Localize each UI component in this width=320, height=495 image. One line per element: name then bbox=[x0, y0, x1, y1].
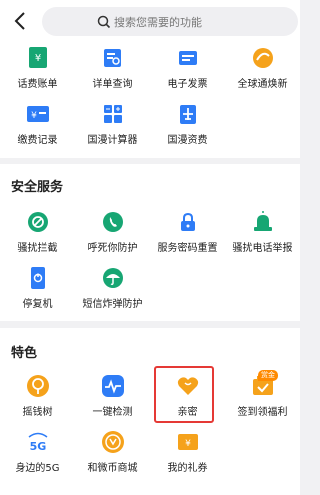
feature-item-label: 身边的5G bbox=[15, 463, 60, 474]
back-button[interactable] bbox=[8, 8, 32, 34]
security-item-label: 骚扰拦截 bbox=[17, 243, 58, 254]
security-item-password-reset[interactable]: 服务密码重置 bbox=[150, 208, 225, 266]
security-card: 安全服务 骚扰拦截 呼死你防护 服务密码重置 骚扰电话举报 停复机 短信炸弹防护 bbox=[0, 164, 300, 321]
grid-item-label: 缴费记录 bbox=[17, 135, 58, 146]
grid-item-global-renew[interactable]: 全球通焕新 bbox=[225, 44, 300, 102]
section-title-security: 安全服务 bbox=[11, 180, 64, 195]
pulse-check-icon bbox=[99, 372, 127, 400]
svg-text:¥: ¥ bbox=[185, 439, 191, 449]
top-bar: 搜索您需要的功能 bbox=[0, 0, 300, 44]
feature-item-label: 签到领福利 bbox=[237, 407, 288, 418]
global-renew-icon bbox=[249, 44, 277, 72]
phone-shield-icon bbox=[99, 208, 127, 236]
search-placeholder: 搜索您需要的功能 bbox=[114, 15, 202, 29]
grid-item-payment-record[interactable]: ¥ 缴费记录 bbox=[0, 100, 75, 158]
search-icon bbox=[97, 15, 111, 28]
feature-item-label: 摇钱树 bbox=[22, 407, 53, 418]
bill-services-card: ¥ 话费账单 详单查询 电子发票 全球通焕新 ¥ 缴费记录 国漫计算器 国漫资费 bbox=[0, 44, 300, 158]
bill-icon: ¥ bbox=[24, 44, 52, 72]
coupon-icon: ¥ bbox=[174, 428, 202, 456]
highlight-box bbox=[154, 366, 214, 423]
alarm-icon bbox=[249, 208, 277, 236]
security-item-phone-shield[interactable]: 呼死你防护 bbox=[75, 208, 150, 266]
grid-item-label: 电子发票 bbox=[167, 79, 208, 90]
security-item-label: 服务密码重置 bbox=[157, 243, 218, 254]
grid-item-label: 国漫计算器 bbox=[87, 135, 138, 146]
feature-item-money-tree[interactable]: 摇钱树 bbox=[0, 372, 75, 430]
block-icon bbox=[24, 208, 52, 236]
chevron-left-icon bbox=[14, 12, 25, 30]
search-input[interactable]: 搜索您需要的功能 bbox=[42, 7, 298, 36]
section-title-features: 特色 bbox=[11, 346, 38, 361]
power-phone-icon bbox=[24, 264, 52, 292]
calculator-icon bbox=[99, 100, 127, 128]
svg-text:¥: ¥ bbox=[31, 111, 37, 121]
coin-icon bbox=[99, 428, 127, 456]
grid-item-label: 全球通焕新 bbox=[237, 79, 288, 90]
5g-icon: 5G bbox=[24, 428, 52, 456]
payment-record-icon: ¥ bbox=[24, 100, 52, 128]
security-item-label: 骚扰电话举报 bbox=[232, 243, 293, 254]
grid-item-label: 话费账单 bbox=[17, 79, 58, 90]
invoice-icon bbox=[174, 44, 202, 72]
lock-icon bbox=[174, 208, 202, 236]
grid-item-intl-roaming-fee[interactable]: 国漫资费 bbox=[150, 100, 225, 158]
money-tree-icon bbox=[24, 372, 52, 400]
feature-item-label: 和微币商城 bbox=[87, 463, 138, 474]
feature-item-one-click-check[interactable]: 一键检测 bbox=[75, 372, 150, 430]
bounty-badge: 赏金 bbox=[258, 370, 278, 381]
svg-text:¥: ¥ bbox=[34, 53, 40, 64]
grid-item-calculator[interactable]: 国漫计算器 bbox=[75, 100, 150, 158]
feature-item-nearby-5g[interactable]: 5G 身边的5G bbox=[0, 428, 75, 486]
grid-item-label: 国漫资费 bbox=[167, 135, 208, 146]
security-item-label: 呼死你防护 bbox=[87, 243, 138, 254]
feature-item-coin-mall[interactable]: 和微币商城 bbox=[75, 428, 150, 486]
security-item-block[interactable]: 骚扰拦截 bbox=[0, 208, 75, 266]
svg-text:5G: 5G bbox=[29, 440, 46, 453]
grid-item-detail-query[interactable]: 详单查询 bbox=[75, 44, 150, 102]
security-item-report[interactable]: 骚扰电话举报 bbox=[225, 208, 300, 266]
umbrella-icon bbox=[99, 264, 127, 292]
features-card: 特色 摇钱树 一键检测 亲密 签到领福利 5G 身边的5G 和微币商城 ¥ 我的… bbox=[0, 328, 300, 495]
feature-item-coupon[interactable]: ¥ 我的礼券 bbox=[150, 428, 225, 486]
security-item-suspend[interactable]: 停复机 bbox=[0, 264, 75, 322]
airplane-icon bbox=[174, 100, 202, 128]
security-item-label: 停复机 bbox=[22, 299, 53, 310]
security-item-sms-bomb[interactable]: 短信炸弹防护 bbox=[75, 264, 150, 322]
security-item-label: 短信炸弹防护 bbox=[82, 299, 143, 310]
grid-item-bill[interactable]: ¥ 话费账单 bbox=[0, 44, 75, 102]
feature-item-label: 我的礼券 bbox=[167, 463, 208, 474]
grid-item-label: 详单查询 bbox=[92, 79, 133, 90]
feature-item-label: 一键检测 bbox=[92, 407, 133, 418]
grid-item-invoice[interactable]: 电子发票 bbox=[150, 44, 225, 102]
detail-query-icon bbox=[99, 44, 127, 72]
